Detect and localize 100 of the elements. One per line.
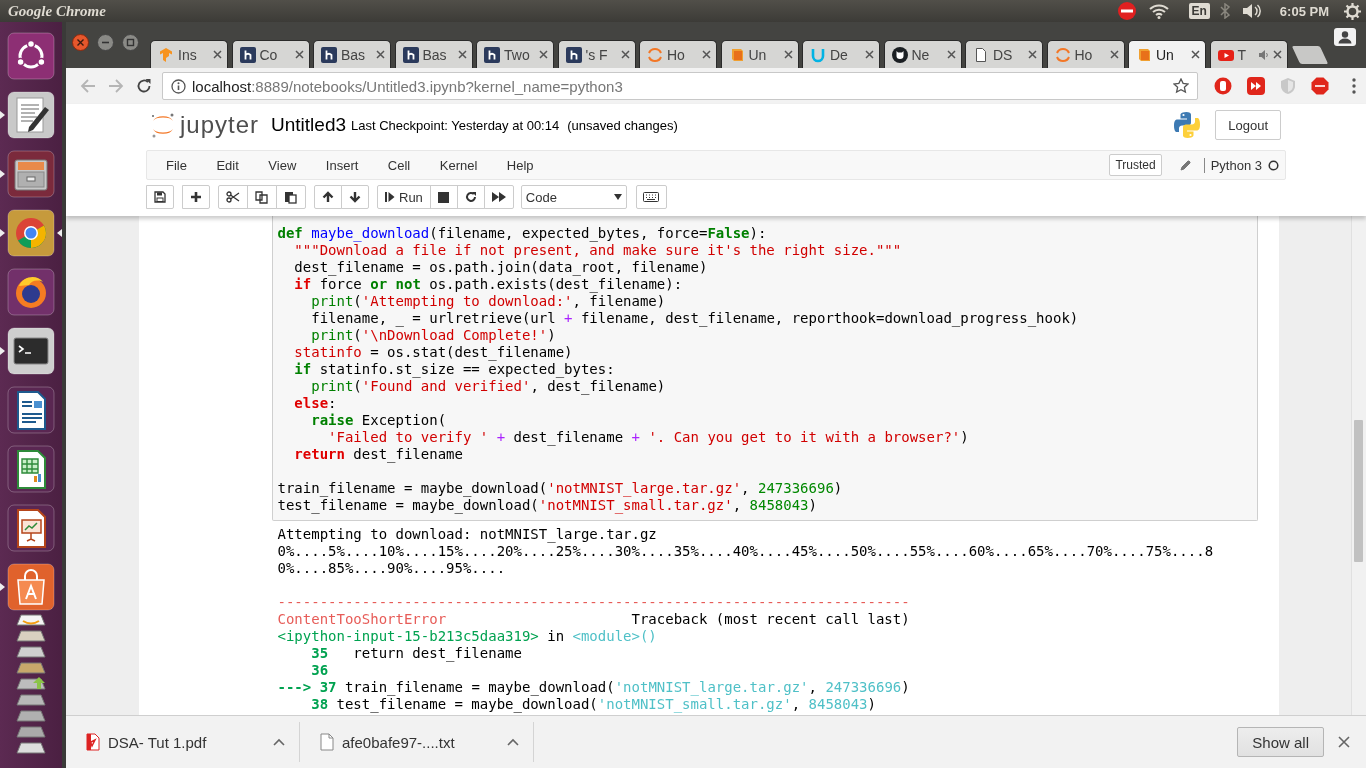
scrollbar[interactable] xyxy=(1351,216,1366,715)
caret-up-icon[interactable] xyxy=(273,738,285,746)
jupyter-logo-icon[interactable] xyxy=(150,111,176,139)
code-line: return dest_filename xyxy=(293,446,464,463)
browser-tab[interactable]: DS xyxy=(965,40,1043,68)
menu-icon[interactable] xyxy=(1352,78,1356,94)
address-bar[interactable]: localhost:8889/notebooks/Untitled3.ipynb?kernel_name=python3 xyxy=(162,72,1198,100)
save-icon xyxy=(154,191,166,203)
browser-tab[interactable]: Two xyxy=(476,40,554,68)
close-icon[interactable] xyxy=(1191,50,1200,59)
fast-forward-icon xyxy=(491,191,506,203)
close-icon[interactable] xyxy=(865,50,874,59)
cell-type-select[interactable]: Code xyxy=(520,185,627,209)
toolbar-button[interactable] xyxy=(341,185,369,209)
browser-tab[interactable]: Bas xyxy=(313,40,391,68)
toolbar-button[interactable] xyxy=(456,185,485,209)
close-icon[interactable] xyxy=(702,50,711,59)
trusted-button[interactable]: Trusted xyxy=(1109,154,1162,176)
toolbar-button[interactable] xyxy=(635,185,667,209)
close-icon[interactable] xyxy=(1028,50,1037,59)
browser-tab[interactable]: De xyxy=(802,40,880,68)
info-icon[interactable] xyxy=(171,78,186,94)
ubuntu-logo-icon xyxy=(7,32,55,80)
bluetooth-icon[interactable] xyxy=(1219,3,1230,19)
profile-icon[interactable] xyxy=(1334,28,1356,46)
arrow-up-icon xyxy=(322,191,334,203)
run-button[interactable]: Run xyxy=(377,185,431,209)
browser-tab[interactable]: Ho xyxy=(639,40,717,68)
do-not-disturb-icon[interactable] xyxy=(1116,1,1137,21)
code-line: test_filename = maybe_download('notMNIST_small.tar.gz', 8458043) xyxy=(277,497,818,514)
logout-button[interactable]: Logout xyxy=(1215,110,1281,140)
browser-tab[interactable]: Ne xyxy=(883,40,962,68)
menu-item[interactable]: View xyxy=(255,157,310,173)
fast-forward-icon[interactable] xyxy=(1247,77,1265,95)
speaker-icon[interactable] xyxy=(1258,49,1269,60)
close-icon[interactable] xyxy=(620,50,630,59)
toolbar-button[interactable] xyxy=(276,185,306,209)
browser-tab[interactable]: Un xyxy=(720,40,799,68)
close-icon[interactable] xyxy=(1109,50,1119,59)
browser-tab[interactable]: 's F xyxy=(557,40,636,68)
close-icon[interactable] xyxy=(539,50,548,59)
new-tab-button[interactable] xyxy=(1291,46,1328,64)
minimize-window-icon[interactable] xyxy=(97,34,114,51)
reload-icon[interactable] xyxy=(136,78,152,94)
menu-item[interactable]: Edit xyxy=(203,157,252,173)
show-all-button[interactable]: Show all xyxy=(1237,727,1324,757)
browser-tab[interactable]: Ins xyxy=(150,40,228,68)
code-line: print('\nDownload Complete!') xyxy=(310,327,557,344)
code-line: if statinfo.st_size == expected_bytes: xyxy=(293,361,616,378)
close-icon[interactable] xyxy=(946,50,956,59)
browser-tab[interactable]: Co xyxy=(231,40,310,68)
close-icon[interactable] xyxy=(376,50,385,59)
keyboard-layout-indicator[interactable]: En xyxy=(1188,3,1210,19)
close-icon[interactable] xyxy=(1272,50,1282,59)
output-line: ---> 37 train_filename = maybe_download('notMNIST_large.tar.gz', 247336696) xyxy=(277,679,911,696)
dropdown-caret-icon xyxy=(613,194,622,200)
browser-tab[interactable]: Ho xyxy=(1046,40,1125,68)
browser-tab[interactable]: T xyxy=(1209,40,1288,68)
settings-icon[interactable] xyxy=(1344,2,1361,20)
menu-item[interactable]: Insert xyxy=(312,157,372,173)
square-logo-icon xyxy=(239,46,256,63)
shopping-bag-icon xyxy=(7,563,55,611)
flame-logo-icon xyxy=(158,46,174,63)
launcher-item[interactable] xyxy=(0,209,62,257)
browser-tab[interactable]: Un xyxy=(1128,40,1206,68)
arcs-logo-icon xyxy=(647,46,663,63)
close-icon[interactable] xyxy=(294,50,304,59)
toolbar-button[interactable] xyxy=(483,185,514,209)
close-icon[interactable] xyxy=(1338,736,1350,748)
menu-item[interactable]: Kernel xyxy=(426,157,491,173)
wifi-icon[interactable] xyxy=(1148,3,1169,19)
code-cell-input[interactable] xyxy=(271,216,1258,521)
presentation-icon xyxy=(7,504,55,552)
logo-text[interactable]: jupyter xyxy=(180,111,260,139)
notebook-name[interactable]: Untitled3 xyxy=(271,114,347,136)
browser-tab[interactable]: Bas xyxy=(394,40,473,68)
toolbar-button[interactable] xyxy=(218,185,248,209)
download-item[interactable]: DSA- Tut 1.pdf xyxy=(66,722,300,762)
menu-item[interactable]: Help xyxy=(493,157,547,173)
close-icon[interactable] xyxy=(457,50,467,59)
download-item[interactable]: afe0bafe97-....txt xyxy=(300,722,534,762)
maximize-window-icon[interactable] xyxy=(122,34,139,51)
toolbar-button[interactable] xyxy=(182,185,210,209)
close-window-icon[interactable] xyxy=(72,34,89,51)
clock[interactable]: 6:05 PM xyxy=(1279,3,1329,19)
close-icon[interactable] xyxy=(213,50,222,59)
bookmark-star-icon[interactable] xyxy=(1173,78,1189,94)
python-logo-icon xyxy=(1173,111,1202,139)
toolbar-button[interactable] xyxy=(146,185,174,209)
kernel-name[interactable]: Python 3 xyxy=(1203,157,1262,173)
caret-up-icon[interactable] xyxy=(507,738,519,746)
toolbar-button[interactable] xyxy=(314,185,342,209)
toolbar-button[interactable] xyxy=(429,185,458,209)
volume-icon[interactable] xyxy=(1241,3,1262,19)
close-icon[interactable] xyxy=(783,50,793,59)
menu-item[interactable]: File xyxy=(153,157,200,173)
scrollbar-thumb[interactable] xyxy=(1354,420,1363,562)
pencil-icon[interactable] xyxy=(1179,159,1192,171)
menu-item[interactable]: Cell xyxy=(374,157,424,173)
toolbar-button[interactable] xyxy=(247,185,277,209)
